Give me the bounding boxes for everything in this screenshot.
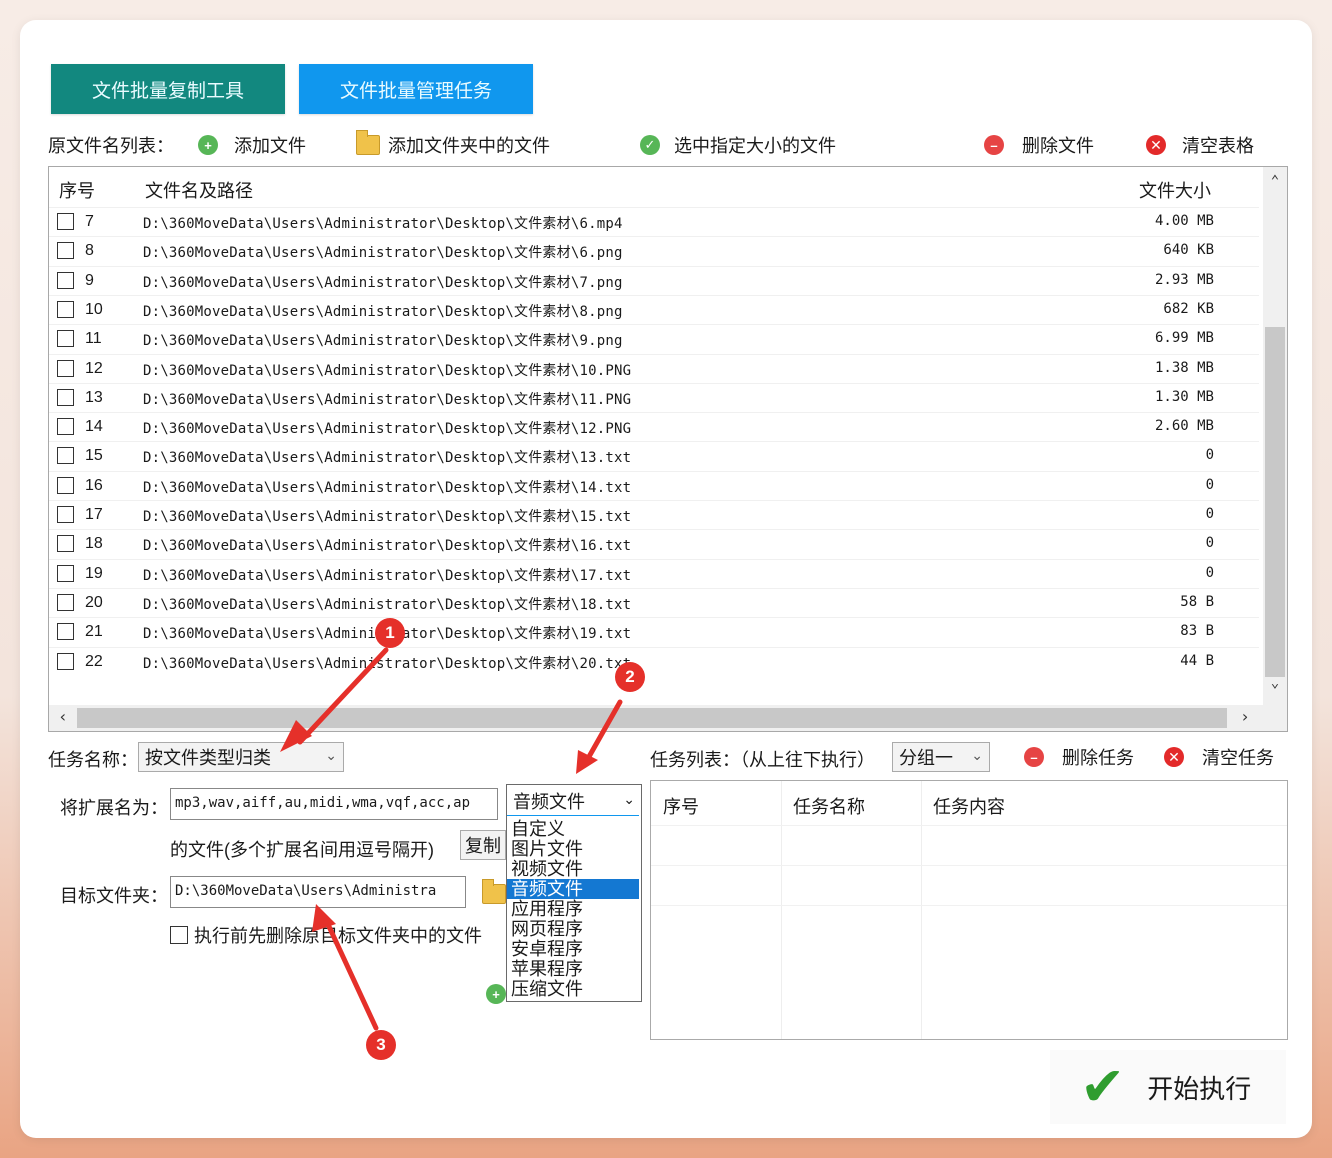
badge-2: 2	[615, 662, 645, 692]
app-window: 文件批量复制工具 文件批量管理任务 原文件名列表： + 添加文件 添加文件夹中的…	[20, 20, 1312, 1138]
arrow-1	[297, 647, 389, 745]
arrowhead-1	[280, 720, 312, 752]
badge-3: 3	[366, 1030, 396, 1060]
badge-1: 1	[375, 618, 405, 648]
arrow-3	[323, 917, 379, 1031]
arrowhead-3	[312, 904, 336, 932]
arrowhead-2	[576, 750, 598, 774]
arrow-2	[583, 699, 623, 765]
annotation-arrows	[280, 647, 623, 1031]
